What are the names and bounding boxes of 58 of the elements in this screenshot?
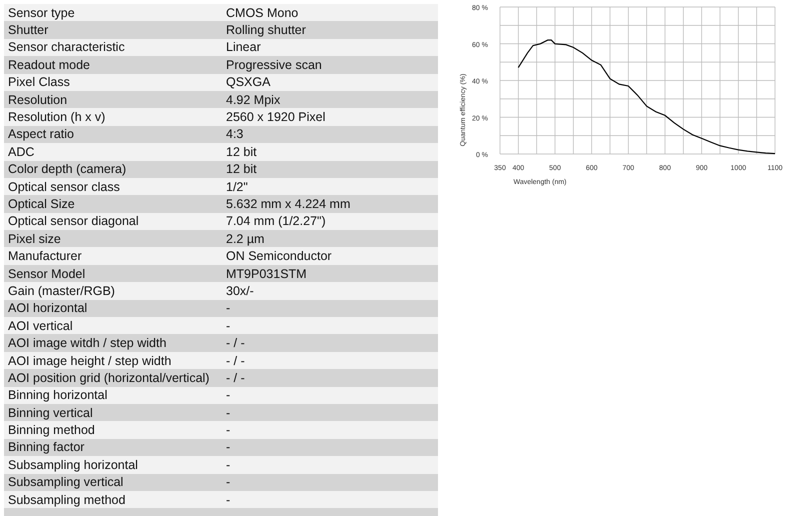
spec-label: Binning factor [7,440,86,454]
spec-label: Color depth (camera) [7,162,128,176]
spec-label: Readout mode [7,58,92,72]
spec-label: Pixel Class [7,75,71,90]
spec-label: Shutter [7,23,50,38]
spec-label: AOI image witdh / step width [7,336,168,350]
spec-value: MT9P031STM [226,266,308,281]
spec-label: Gain (master/RGB) [7,284,116,298]
spec-label: AOI position grid (horizontal/vertical) [7,370,210,385]
spec-value: 1/2" [226,180,249,194]
spec-value: - [226,318,232,333]
spec-value: 7.04 mm (1/2.27") [226,214,327,228]
spec-value: - [226,301,232,316]
spec-label: Optical sensor class [7,180,121,194]
spec-label: Binning horizontal [7,388,108,402]
spec-label: ADC [7,144,36,159]
spec-value: 4:3 [226,127,244,142]
spec-label: Pixel size [7,232,62,246]
spec-label: Optical sensor diagonal [7,214,140,228]
spec-value: - [226,440,232,454]
spec-label: AOI vertical [7,318,74,333]
spec-label: Aspect ratio [7,127,76,142]
spec-value: 5.632 mm x 4.224 mm [226,196,352,211]
spec-label: Sensor characteristic [7,40,126,54]
spec-value: - [226,406,232,420]
spec-value: - [226,492,232,507]
spec-label: Sensor Model [7,266,86,281]
spec-label: Subsampling method [7,492,126,507]
spec-value: QSXGA [226,75,272,90]
spec-value: 2560 x 1920 Pixel [226,110,326,124]
spec-label: AOI horizontal [7,301,88,316]
spec-value: 4.92 Mpix [226,92,282,107]
spec-label: Manufacturer [7,249,83,264]
spec-value: 2.2 µm [226,232,266,246]
spec-value: Progressive scan [226,58,323,72]
spec-label: Subsampling vertical [7,475,124,490]
spec-label: Resolution (h x v) [7,110,106,124]
spec-label: Subsampling horizontal [7,458,139,472]
spec-value: Rolling shutter [226,23,307,38]
spec-label: AOI image height / step width [7,354,172,368]
spec-value: - / - [226,370,246,385]
spec-value: - [226,388,232,402]
spec-label: Sensor type [7,6,76,20]
spec-value: 12 bit [226,144,258,159]
spec-value: - [226,423,232,438]
spec-value: - [226,458,232,472]
spec-value: - / - [226,354,246,368]
spec-value: CMOS Mono [226,6,300,20]
spec-value: 30x/- [226,284,255,298]
spec-value: - [226,475,232,490]
spec-value: Linear [226,40,262,54]
spec-value: ON Semiconductor [226,249,333,264]
spec-label: Binning vertical [7,406,94,420]
spec-value: - / - [226,336,246,350]
spec-label: Optical Size [7,196,76,211]
spec-label: Resolution [7,92,68,107]
spec-label: Binning method [7,423,96,438]
spec-value: 12 bit [226,162,258,176]
